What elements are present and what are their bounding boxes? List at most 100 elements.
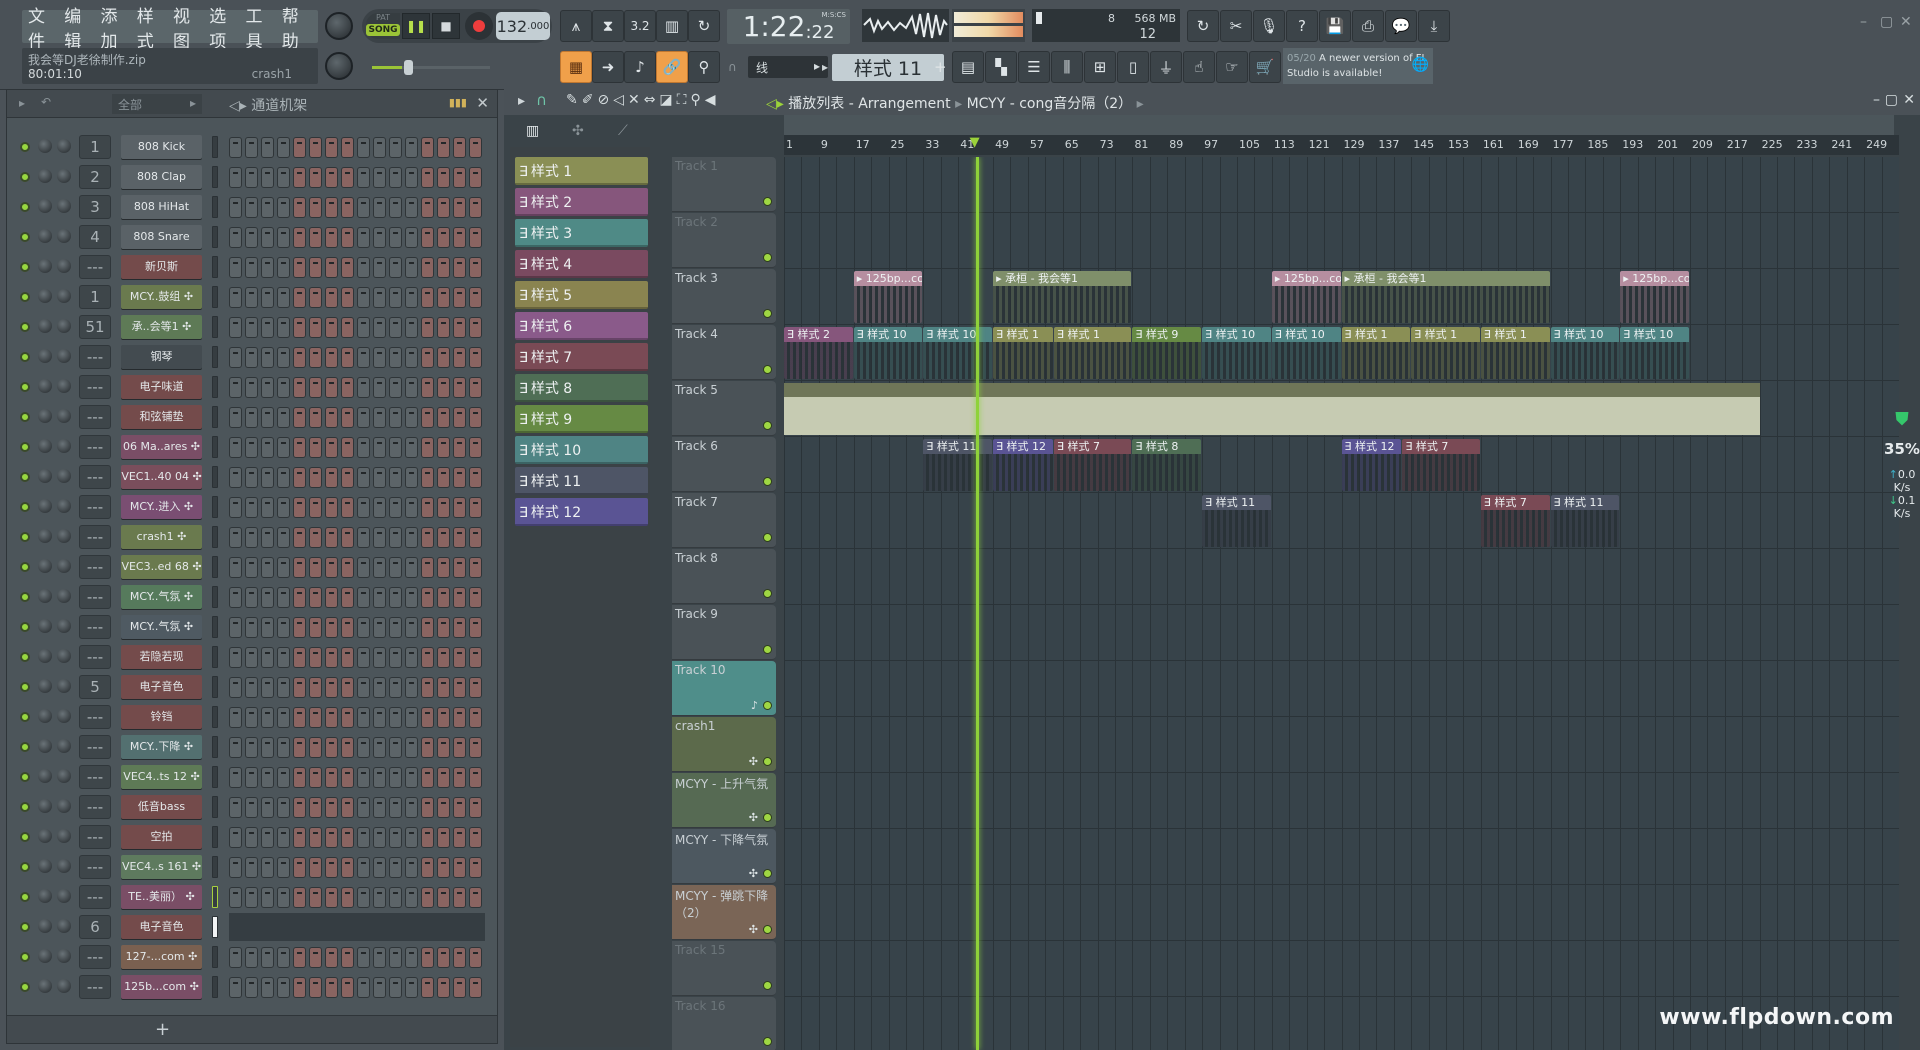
channel-select[interactable] — [212, 916, 218, 938]
step-button[interactable] — [437, 737, 450, 758]
step-button[interactable] — [357, 317, 370, 338]
step-button[interactable] — [421, 437, 434, 458]
audio-clip-strip[interactable] — [784, 383, 1760, 435]
undo-history-button[interactable]: ↻ — [1187, 10, 1219, 42]
step-button[interactable] — [341, 287, 354, 308]
step-button[interactable] — [245, 857, 258, 878]
step-button[interactable] — [437, 377, 450, 398]
step-button[interactable] — [325, 137, 338, 158]
volume-knob[interactable] — [57, 259, 71, 273]
step-button[interactable] — [325, 767, 338, 788]
step-button[interactable] — [309, 167, 322, 188]
step-button[interactable] — [469, 437, 482, 458]
volume-knob[interactable] — [57, 649, 71, 663]
save-button[interactable]: 💾 — [1319, 10, 1351, 42]
step-button[interactable] — [293, 767, 306, 788]
view-project-button[interactable]: ▯ — [1117, 51, 1149, 83]
time-display[interactable]: M:S:CS 1:22:22 — [727, 9, 850, 44]
step-button[interactable] — [421, 527, 434, 548]
pan-knob[interactable] — [38, 289, 52, 303]
playlist-clip[interactable]: ∃ 样式 10 — [923, 327, 993, 379]
step-button[interactable] — [261, 197, 274, 218]
undo-icon[interactable]: ↶ — [41, 95, 51, 109]
volume-knob[interactable] — [57, 319, 71, 333]
step-button[interactable] — [389, 887, 402, 908]
step-button[interactable] — [421, 857, 434, 878]
step-button[interactable] — [437, 977, 450, 998]
step-button[interactable] — [293, 257, 306, 278]
maximize-icon[interactable]: ▢ — [1880, 14, 1893, 30]
step-button[interactable] — [261, 557, 274, 578]
step-button[interactable] — [453, 647, 466, 668]
step-button[interactable] — [341, 377, 354, 398]
step-button[interactable] — [309, 197, 322, 218]
step-button[interactable] — [261, 587, 274, 608]
step-button[interactable] — [357, 587, 370, 608]
step-button[interactable] — [437, 527, 450, 548]
step-button[interactable] — [389, 167, 402, 188]
step-button[interactable] — [469, 377, 482, 398]
channel-select[interactable] — [212, 256, 218, 278]
step-button[interactable] — [245, 677, 258, 698]
step-button[interactable] — [357, 617, 370, 638]
step-button[interactable] — [245, 497, 258, 518]
step-button[interactable] — [373, 587, 386, 608]
pan-knob[interactable] — [38, 889, 52, 903]
step-button[interactable] — [261, 857, 274, 878]
step-button[interactable] — [357, 347, 370, 368]
step-button[interactable] — [229, 827, 242, 848]
menu-item-1[interactable]: 编辑 — [64, 2, 91, 52]
step-button[interactable] — [373, 347, 386, 368]
step-button[interactable] — [373, 287, 386, 308]
playlist-minimize-icon[interactable]: – — [1873, 92, 1880, 108]
step-button[interactable] — [373, 647, 386, 668]
step-button[interactable] — [421, 887, 434, 908]
step-button[interactable] — [373, 527, 386, 548]
step-button[interactable] — [293, 407, 306, 428]
channel-name-button[interactable]: 铃铛 — [121, 705, 202, 729]
step-button[interactable] — [261, 527, 274, 548]
step-button[interactable] — [421, 557, 434, 578]
channel-name-button[interactable]: 电子音色 — [121, 915, 202, 939]
step-button[interactable] — [261, 257, 274, 278]
step-button[interactable] — [437, 587, 450, 608]
step-button[interactable] — [245, 977, 258, 998]
mixer-track-number[interactable]: --- — [79, 255, 111, 279]
step-button[interactable] — [245, 167, 258, 188]
step-button[interactable] — [421, 587, 434, 608]
playlist-maximize-icon[interactable]: ▢ — [1885, 92, 1898, 108]
track-enable-led[interactable] — [763, 309, 772, 318]
step-button[interactable] — [437, 467, 450, 488]
step-button[interactable] — [405, 167, 418, 188]
step-button[interactable] — [389, 857, 402, 878]
step-button[interactable] — [373, 437, 386, 458]
playlist-clip[interactable]: ▸ 125bp...com — [1620, 271, 1689, 323]
playlist-clip[interactable]: ∃ 样式 1 — [1411, 327, 1480, 379]
playlist-clip[interactable]: ∃ 样式 9 — [1132, 327, 1202, 379]
channel-name-button[interactable]: MCY..气氛 ✣ — [121, 585, 202, 609]
wait-input-button[interactable]: ⧗ — [592, 10, 624, 42]
step-button[interactable] — [277, 377, 290, 398]
step-button[interactable] — [453, 407, 466, 428]
step-button[interactable] — [405, 557, 418, 578]
step-button[interactable] — [341, 737, 354, 758]
step-button[interactable] — [277, 737, 290, 758]
step-button[interactable] — [245, 767, 258, 788]
playlist-clip[interactable]: ∃ 样式 10 — [853, 327, 923, 379]
step-button[interactable] — [357, 437, 370, 458]
step-button[interactable] — [357, 497, 370, 518]
channel-name-button[interactable]: TE..美丽） ✣ — [121, 885, 202, 909]
step-button[interactable] — [437, 617, 450, 638]
mute-led[interactable] — [20, 262, 30, 272]
step-button[interactable] — [229, 437, 242, 458]
step-button[interactable] — [245, 737, 258, 758]
volume-knob[interactable] — [57, 619, 71, 633]
step-button[interactable] — [469, 347, 482, 368]
step-button[interactable] — [469, 647, 482, 668]
mixer-track-number[interactable]: --- — [79, 975, 111, 999]
pan-knob[interactable] — [38, 199, 52, 213]
step-button[interactable] — [245, 197, 258, 218]
step-button[interactable] — [357, 887, 370, 908]
step-button[interactable] — [277, 347, 290, 368]
step-button[interactable] — [421, 647, 434, 668]
